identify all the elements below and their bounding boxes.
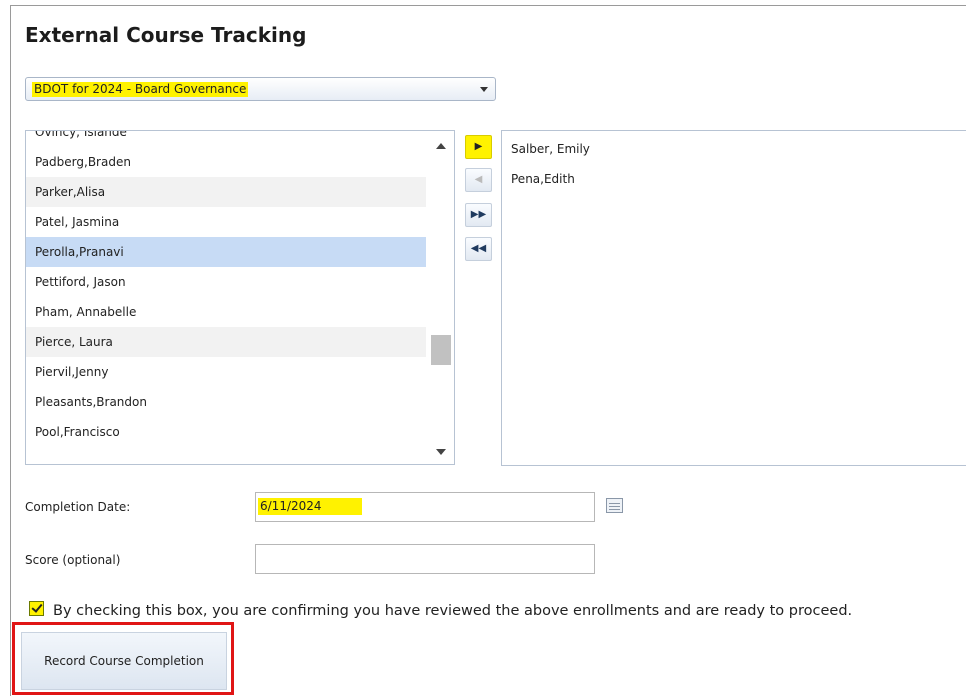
score-label: Score (optional): [25, 553, 121, 567]
move-all-left-button[interactable]: ◀◀: [465, 237, 492, 261]
list-item[interactable]: Pettiford, Jason: [26, 267, 426, 297]
completion-date-input[interactable]: 6/11/2024: [255, 492, 595, 522]
list-item[interactable]: Pena,Edith: [511, 172, 575, 186]
confirm-checkbox[interactable]: [29, 601, 44, 616]
list-item[interactable]: Pierce, Laura: [26, 327, 426, 357]
move-left-button[interactable]: ◀: [465, 168, 492, 192]
list-item[interactable]: Pham, Annabelle: [26, 297, 426, 327]
available-users-list[interactable]: Ovincy, Islande Padberg,Braden Parker,Al…: [25, 130, 455, 465]
list-item[interactable]: Pleasants,Brandon: [26, 387, 426, 417]
list-scrollbar[interactable]: [428, 131, 454, 464]
course-select[interactable]: BDOT for 2024 - Board Governance: [25, 77, 496, 101]
calendar-icon[interactable]: [606, 498, 623, 513]
scroll-up-icon[interactable]: [436, 143, 446, 149]
page-title: External Course Tracking: [25, 23, 307, 47]
score-input[interactable]: [255, 544, 595, 574]
scroll-down-icon[interactable]: [436, 449, 446, 455]
list-item-selected[interactable]: Perolla,Pranavi: [26, 237, 426, 267]
list-item[interactable]: Pool,Francisco: [26, 417, 426, 447]
enrolled-users-list[interactable]: Salber, Emily Pena,Edith: [501, 130, 966, 466]
list-item[interactable]: Ovincy, Islande: [26, 131, 426, 147]
scroll-thumb[interactable]: [431, 335, 451, 365]
move-all-right-button[interactable]: ▶▶: [465, 203, 492, 227]
course-select-value: BDOT for 2024 - Board Governance: [32, 82, 249, 97]
list-item[interactable]: Parker,Alisa: [26, 177, 426, 207]
completion-date-value: 6/11/2024: [258, 498, 362, 515]
record-course-completion-button[interactable]: Record Course Completion: [21, 632, 227, 690]
list-item[interactable]: Padberg,Braden: [26, 147, 426, 177]
list-item[interactable]: Salber, Emily: [511, 142, 590, 156]
move-right-button[interactable]: ▶: [465, 135, 492, 159]
confirm-checkbox-label: By checking this box, you are confirming…: [53, 603, 853, 619]
list-item[interactable]: Piervil,Jenny: [26, 357, 426, 387]
chevron-down-icon: [480, 87, 488, 92]
list-item[interactable]: Patel, Jasmina: [26, 207, 426, 237]
completion-date-label: Completion Date:: [25, 500, 131, 514]
